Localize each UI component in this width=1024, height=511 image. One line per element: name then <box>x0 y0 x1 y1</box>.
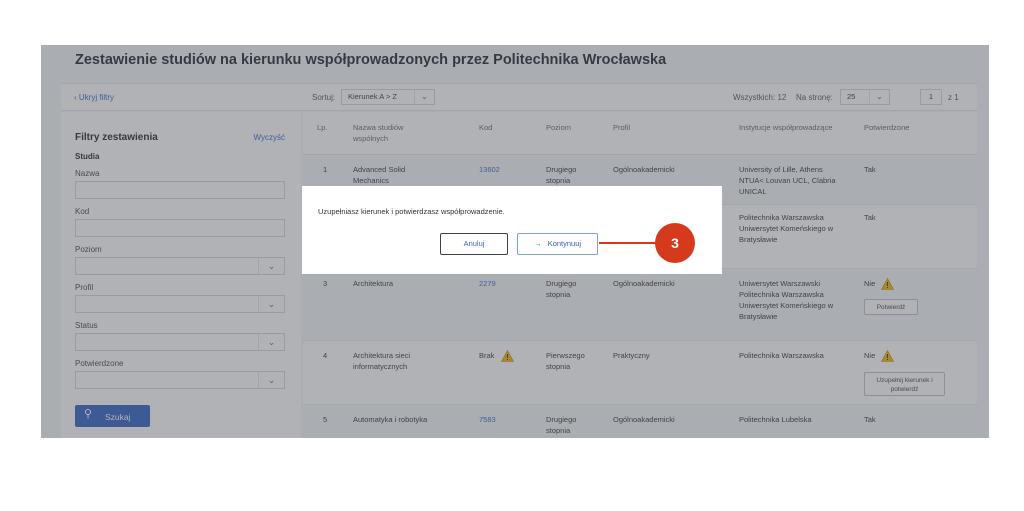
cancel-button[interactable]: Anuluj <box>440 233 508 255</box>
arrow-right-icon: → <box>533 239 542 248</box>
step-callout-badge: 3 <box>655 223 695 263</box>
dialog-message: Uzupełniasz kierunek i potwierdzasz wspó… <box>318 207 505 216</box>
callout-connector <box>599 242 657 244</box>
continue-button[interactable]: → Kontynuuj <box>517 233 598 255</box>
continue-button-label: Kontynuuj <box>547 239 582 248</box>
